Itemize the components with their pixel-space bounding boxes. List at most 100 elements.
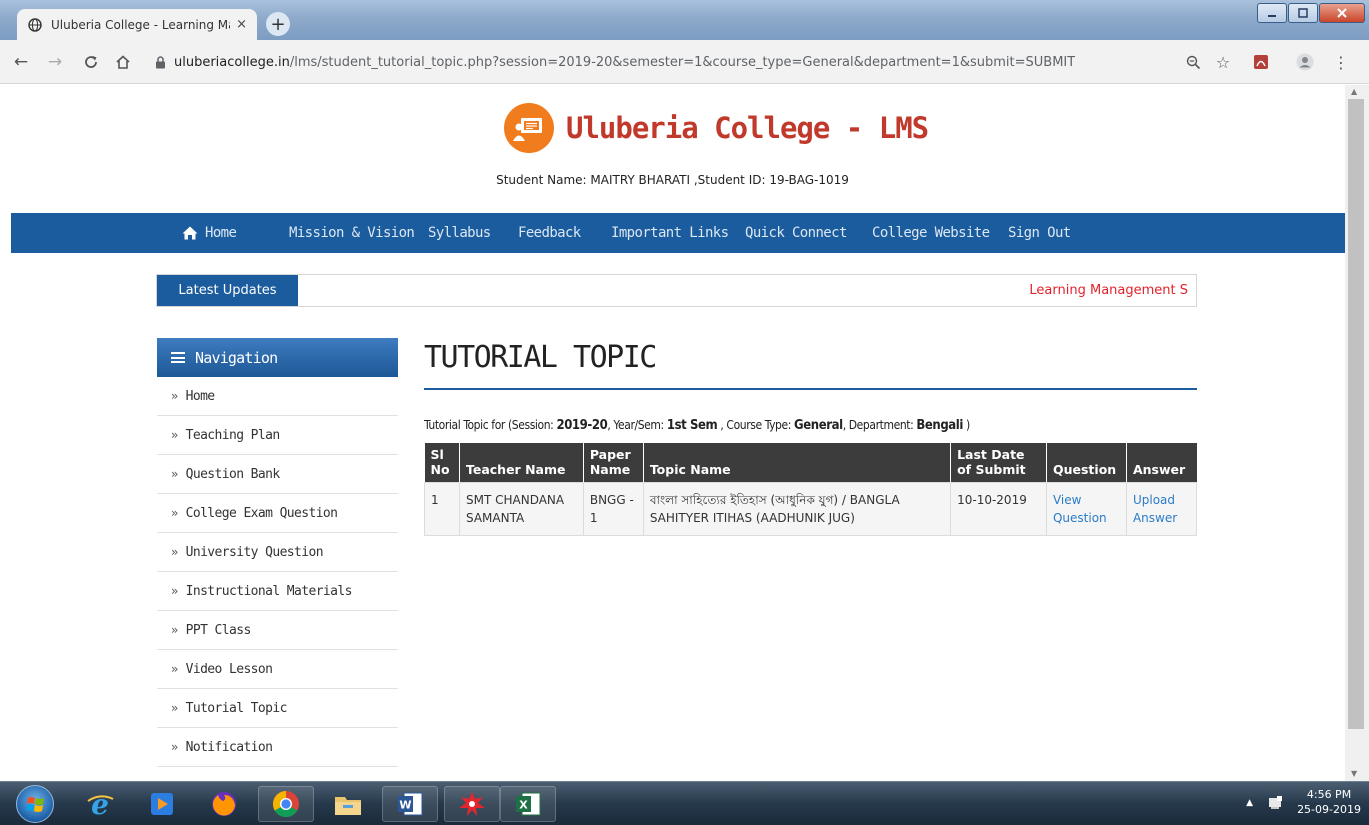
chrome-icon[interactable]: [258, 786, 314, 822]
scroll-down-arrow-icon[interactable]: ▼: [1351, 769, 1357, 778]
site-title: Uluberia College - LMS: [566, 111, 929, 145]
double-chevron-icon: »: [171, 623, 178, 637]
close-window-button[interactable]: [1319, 3, 1365, 23]
nav-sign-out[interactable]: Sign Out: [1008, 225, 1071, 241]
nav-syllabus[interactable]: Syllabus: [428, 225, 491, 241]
back-arrow-icon[interactable]: ←: [10, 51, 32, 73]
tab-title: Uluberia College - Learning Mana: [51, 17, 230, 32]
taskbar-clock[interactable]: 4:56 PM 25-09-2019: [1297, 788, 1361, 818]
nav-important-links[interactable]: Important Links: [611, 225, 729, 241]
site-header: Uluberia College - LMS: [504, 103, 929, 153]
session-value: 2019-20: [556, 418, 608, 433]
side-navigation: Navigation » Home » Teaching Plan » Questio…: [157, 338, 398, 767]
sidebar-item-question-bank[interactable]: » Question Bank: [157, 455, 398, 494]
sidebar-item-label: Tutorial Topic: [185, 700, 288, 716]
double-chevron-icon: »: [171, 467, 178, 481]
sidebar-item-label: Video Lesson: [185, 661, 273, 677]
paint-splash-icon[interactable]: [444, 786, 500, 822]
cell-topic-name: বাংলা সাহিত্যের ইতিহাস (আধুনিক যুগ) / BA…: [642, 482, 952, 536]
double-chevron-icon: »: [171, 506, 178, 520]
zoom-icon[interactable]: [1182, 51, 1204, 73]
nav-mission-vision[interactable]: Mission & Vision: [289, 225, 415, 241]
profile-avatar-icon[interactable]: [1294, 51, 1316, 73]
kebab-menu-icon[interactable]: ⋮: [1330, 51, 1352, 73]
col-answer: Answer: [1126, 443, 1197, 483]
svg-text:e: e: [91, 789, 109, 819]
word-icon[interactable]: W: [382, 786, 438, 822]
media-player-icon[interactable]: [134, 786, 190, 822]
double-chevron-icon: »: [171, 389, 178, 403]
sidebar-item-university-question[interactable]: » University Question: [157, 533, 398, 572]
updates-marquee[interactable]: Learning Management S: [1029, 283, 1188, 298]
network-icon[interactable]: [1267, 795, 1283, 811]
student-info: Student Name: MAITRY BHARATI ,Student ID…: [496, 173, 849, 187]
window-titlebar: Uluberia College - Learning Mana × +: [0, 0, 1369, 40]
scroll-up-arrow-icon[interactable]: ▲: [1351, 87, 1357, 96]
cell-teacher-name: SMT CHANDANA SAMANTA: [458, 482, 584, 536]
bookmark-star-icon[interactable]: ☆: [1212, 51, 1234, 73]
sidebar-item-label: Instructional Materials: [185, 583, 353, 599]
minimize-button[interactable]: [1257, 3, 1287, 23]
sidebar-item-tutorial-topic[interactable]: » Tutorial Topic: [157, 689, 398, 728]
window-controls: [1257, 3, 1365, 23]
sidebar-item-ppt-class[interactable]: » PPT Class: [157, 611, 398, 650]
sidebar-item-notification[interactable]: » Notification: [157, 728, 398, 767]
nav-home[interactable]: Home: [182, 225, 237, 241]
sidebar-item-teaching-plan[interactable]: » Teaching Plan: [157, 416, 398, 455]
sidebar-item-label: Notification: [185, 739, 273, 755]
latest-updates-bar: Latest Updates Learning Management S: [156, 274, 1197, 307]
browser-tab[interactable]: Uluberia College - Learning Mana ×: [17, 9, 257, 40]
maximize-button[interactable]: [1288, 3, 1318, 23]
nav-quick-connect[interactable]: Quick Connect: [745, 225, 847, 241]
side-navigation-header: Navigation: [157, 338, 398, 377]
browser-toolbar: ← → uluberiacollege.in/lms/student_tutor…: [0, 40, 1369, 84]
scrollbar-thumb[interactable]: [1348, 99, 1364, 729]
course-type-value: General: [794, 418, 843, 433]
side-navigation-title: Navigation: [195, 348, 278, 367]
nav-feedback[interactable]: Feedback: [518, 225, 581, 241]
cell-question: View Question: [1045, 482, 1127, 536]
tutorial-filter-summary: Tutorial Topic for (Session: 2019-20, Ye…: [424, 418, 970, 433]
sidebar-item-college-exam-question[interactable]: » College Exam Question: [157, 494, 398, 533]
department-value: Bengali: [916, 418, 964, 433]
page-title: TUTORIAL TOPIC: [424, 340, 657, 375]
lock-icon: [152, 54, 168, 70]
globe-icon: [27, 17, 43, 33]
cell-last-date: 10-10-2019: [950, 482, 1047, 536]
sidebar-item-video-lesson[interactable]: » Video Lesson: [157, 650, 398, 689]
sidebar-item-instructional-materials[interactable]: » Instructional Materials: [157, 572, 398, 611]
upload-answer-link[interactable]: Upload Answer: [1133, 493, 1177, 525]
tray-expand-icon[interactable]: ▲: [1246, 798, 1253, 808]
table-row: 1 SMT CHANDANA SAMANTA BNGG - 1 বাংলা সা…: [424, 482, 1198, 536]
new-tab-button[interactable]: +: [266, 12, 290, 36]
house-icon: [182, 226, 198, 240]
home-icon[interactable]: [112, 51, 134, 73]
nav-label: Home: [205, 225, 237, 241]
firefox-icon[interactable]: [196, 786, 252, 822]
start-button-icon[interactable]: [16, 785, 54, 823]
pdf-extension-icon[interactable]: [1250, 51, 1272, 73]
lms-logo-icon: [504, 103, 554, 153]
main-navbar: Home Mission & Vision Syllabus Feedback …: [11, 213, 1345, 253]
cell-answer: Upload Answer: [1125, 482, 1198, 536]
reload-icon[interactable]: [80, 51, 102, 73]
address-bar[interactable]: uluberiacollege.in/lms/student_tutorial_…: [152, 46, 1172, 78]
table-header-row: Sl No Teacher Name Paper Name Topic Name…: [424, 443, 1197, 483]
sidebar-item-home[interactable]: » Home: [157, 377, 398, 416]
sidebar-item-label: Question Bank: [185, 466, 281, 482]
tab-close-icon[interactable]: ×: [236, 17, 247, 32]
nav-college-website[interactable]: College Website: [872, 225, 990, 241]
col-teacher-name: Teacher Name: [459, 443, 584, 483]
clock-date: 25-09-2019: [1297, 802, 1361, 816]
hamburger-icon: [171, 352, 185, 363]
file-explorer-icon[interactable]: [320, 786, 376, 822]
excel-icon[interactable]: X: [500, 786, 556, 822]
heading-divider: [424, 388, 1197, 390]
tutorial-topic-table: Sl No Teacher Name Paper Name Topic Name…: [424, 443, 1198, 536]
semester-value: 1st Sem: [666, 418, 718, 433]
forward-arrow-icon[interactable]: →: [44, 51, 66, 73]
internet-explorer-icon[interactable]: e: [72, 786, 128, 822]
view-question-link[interactable]: View Question: [1053, 493, 1107, 525]
page-scrollbar[interactable]: ▲ ▼: [1345, 85, 1369, 781]
system-tray: ▲ 4:56 PM 25-09-2019: [1246, 788, 1361, 818]
